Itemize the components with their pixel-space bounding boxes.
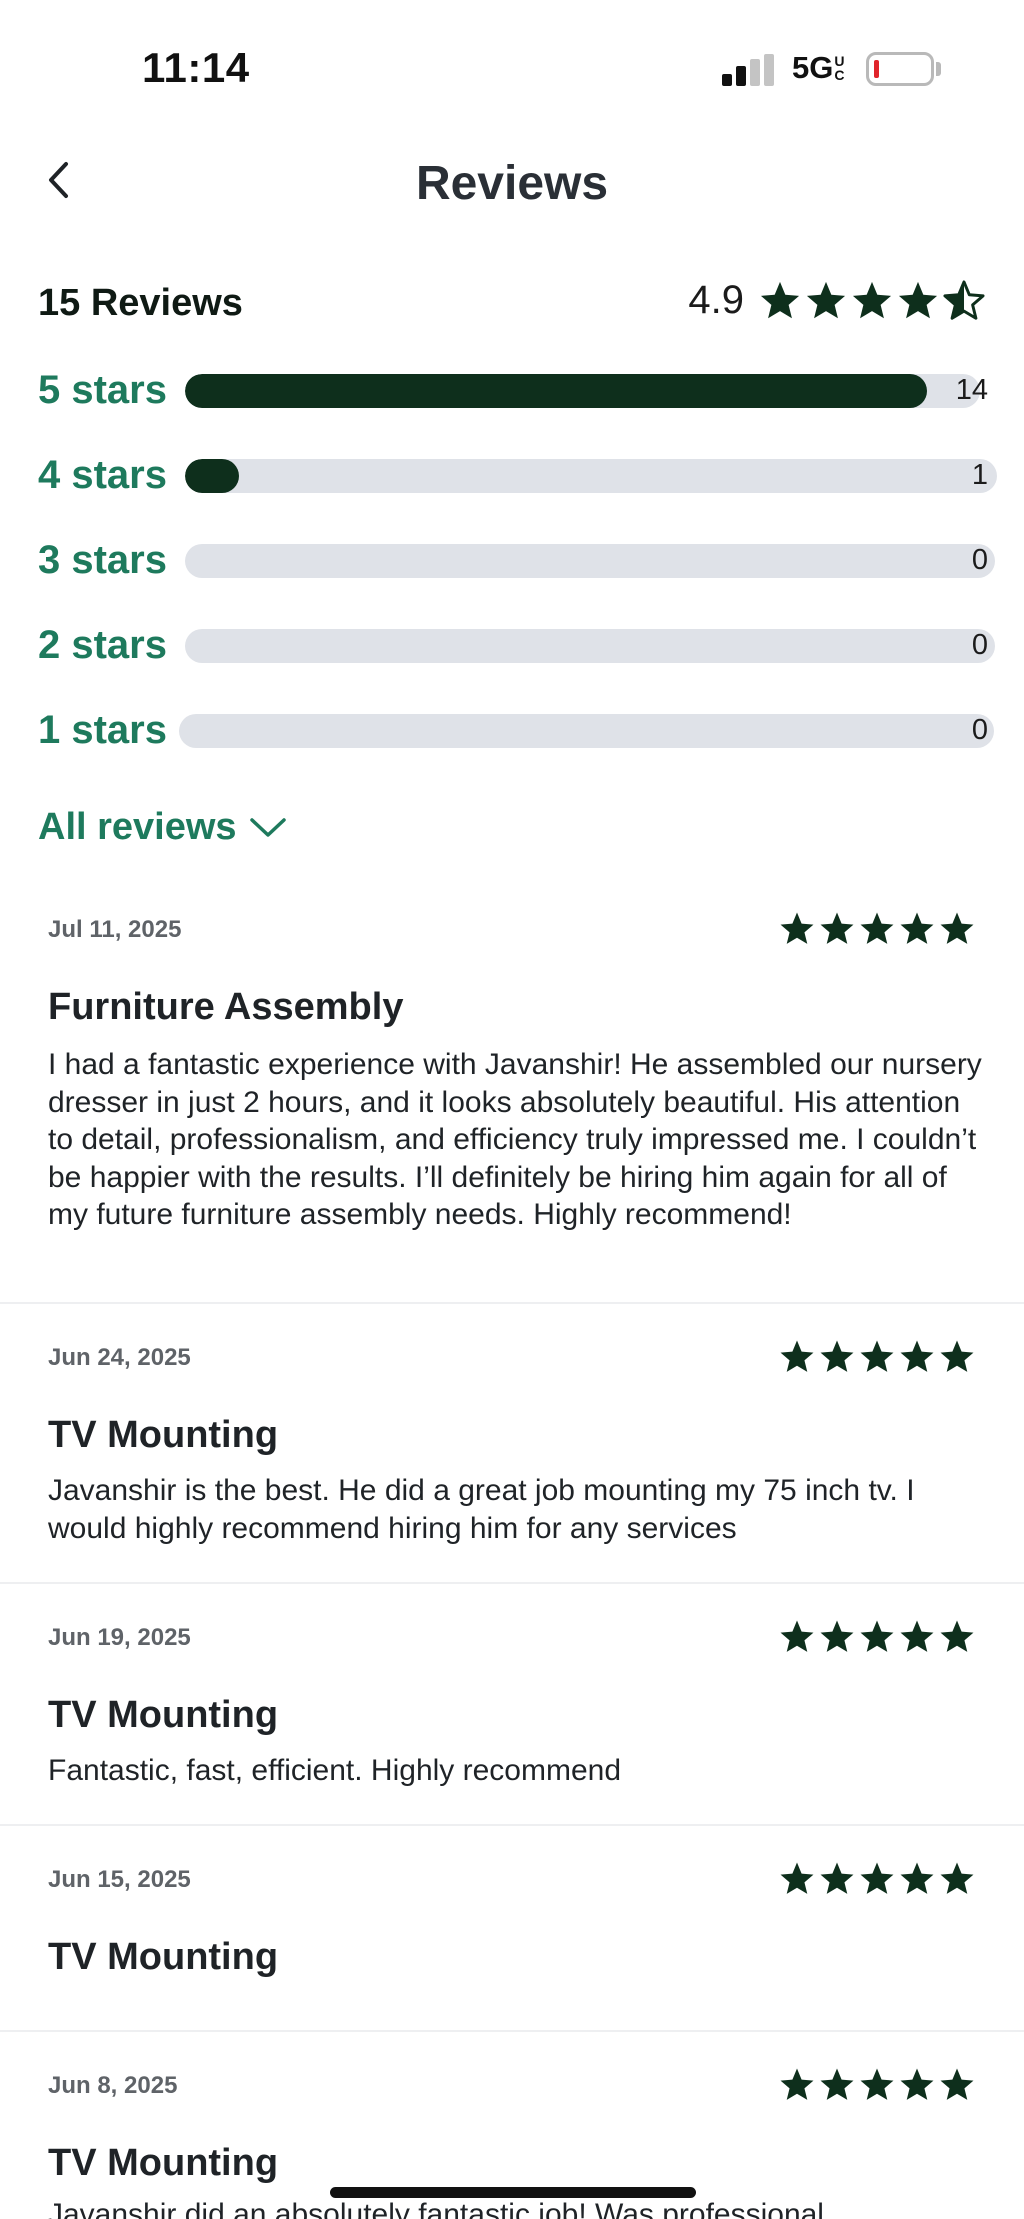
review-text: Javanshir is the best. He did a great jo… [48, 1474, 915, 1545]
star-filled-icon [780, 1862, 814, 1894]
review-card[interactable]: Jun 19, 2025 TV Mounting Fantastic, fast, … [0, 1584, 1024, 1826]
star-half-icon [943, 279, 985, 320]
star-filled-icon [900, 1340, 934, 1372]
review-stars [778, 2066, 976, 2104]
star-filled-icon [940, 1340, 974, 1372]
star-filled-icon [940, 1620, 974, 1652]
review-date: Jun 24, 2025 [48, 1344, 191, 1371]
star-filled-icon [940, 2068, 974, 2100]
star-filled-icon [940, 912, 974, 944]
review-stars [778, 910, 976, 948]
rating-row: 2 stars 0 [38, 623, 995, 667]
review-card[interactable]: Jun 24, 2025 TV Mounting Javanshir is the … [0, 1304, 1024, 1584]
star-filled-icon [860, 2068, 894, 2100]
star-filled-icon [806, 281, 846, 318]
rating-row: 1 stars 0 [38, 708, 994, 752]
rating-row: 5 stars 14 [38, 368, 988, 412]
rating-row-bar-fill [185, 459, 240, 493]
rating-row-label: 2 stars [38, 623, 167, 667]
review-service: TV Mounting [48, 1694, 279, 1736]
rating-row-label: 1 stars [38, 708, 167, 752]
all-reviews-filter[interactable]: All reviews [38, 806, 287, 849]
star-filled-icon [900, 1620, 934, 1652]
star-filled-icon [760, 281, 800, 318]
rating-row-bar [185, 544, 995, 578]
star-filled-icon [820, 912, 854, 944]
rating-row: 4 stars 1 [38, 453, 997, 497]
average-rating-value: 4.9 [688, 278, 744, 322]
review-card[interactable]: Jul 11, 2025 Furniture Assembly I had a fa… [0, 886, 1024, 1304]
star-filled-icon [860, 1862, 894, 1894]
page-title: Reviews [415, 157, 609, 210]
rating-row-label: 4 stars [38, 453, 167, 497]
rating-row-label: 5 stars [38, 368, 167, 412]
star-filled-icon [780, 2068, 814, 2100]
review-date: Jun 19, 2025 [48, 1624, 191, 1651]
rating-row-count: 0 [971, 544, 988, 576]
star-filled-icon [820, 1620, 854, 1652]
battery-tip [936, 62, 941, 76]
star-filled-icon [900, 912, 934, 944]
review-card[interactable]: Jun 15, 2025 TV Mounting [0, 1826, 1024, 2032]
average-rating: 4.9 [688, 278, 986, 323]
star-filled-icon [852, 281, 892, 318]
star-filled-icon [900, 1862, 934, 1894]
review-text: I had a fantastic experience with Javans… [48, 1048, 982, 1231]
review-stars [778, 1338, 976, 1376]
review-stars [778, 1618, 976, 1656]
rating-row-label: 3 stars [38, 538, 167, 582]
review-date: Jul 11, 2025 [48, 916, 182, 943]
network-label: 5GUC [792, 50, 848, 86]
star-filled-icon [780, 912, 814, 944]
rating-row-count: 0 [971, 714, 988, 746]
home-indicator [330, 2187, 696, 2198]
status-bar: 11:14 5GUC [0, 0, 1024, 120]
rating-row-bar [185, 629, 995, 663]
rating-row-bar [185, 459, 997, 493]
average-rating-stars [758, 279, 986, 323]
star-filled-icon [820, 1862, 854, 1894]
rating-row-count: 0 [971, 629, 988, 661]
star-filled-icon [780, 1620, 814, 1652]
review-service: TV Mounting [48, 1936, 279, 1978]
review-service: Furniture Assembly [48, 986, 404, 1028]
all-reviews-label: All reviews [38, 806, 237, 848]
star-filled-icon [820, 1340, 854, 1372]
rating-row-bar [179, 714, 994, 748]
rating-row-bar [185, 374, 980, 408]
star-filled-icon [860, 912, 894, 944]
star-filled-icon [900, 2068, 934, 2100]
review-service: TV Mounting [48, 2142, 279, 2184]
chevron-down-icon [249, 817, 286, 837]
review-count: 15 Reviews [38, 282, 243, 324]
battery-icon [866, 52, 934, 86]
status-time: 11:14 [142, 44, 250, 91]
star-filled-icon [860, 1620, 894, 1652]
network-type: 5G [792, 50, 834, 85]
network-suffix: UC [834, 53, 845, 83]
rating-row: 3 stars 0 [38, 538, 995, 582]
review-text: Javanshir did an absolutely fantastic jo… [48, 2198, 824, 2219]
review-service: TV Mounting [48, 1414, 279, 1456]
rating-row-count: 14 [955, 374, 988, 406]
review-stars [778, 1860, 976, 1898]
cellular-signal-icon [722, 54, 774, 86]
star-filled-icon [860, 1340, 894, 1372]
review-text: Fantastic, fast, efficient. Highly recom… [48, 1754, 622, 1787]
rating-row-count: 1 [971, 459, 988, 491]
review-date: Jun 15, 2025 [48, 1866, 191, 1893]
star-filled-icon [898, 281, 938, 318]
review-date: Jun 8, 2025 [48, 2072, 178, 2099]
star-filled-icon [940, 1862, 974, 1894]
star-filled-icon [820, 2068, 854, 2100]
star-filled-icon [780, 1340, 814, 1372]
rating-row-bar-fill [185, 374, 927, 408]
